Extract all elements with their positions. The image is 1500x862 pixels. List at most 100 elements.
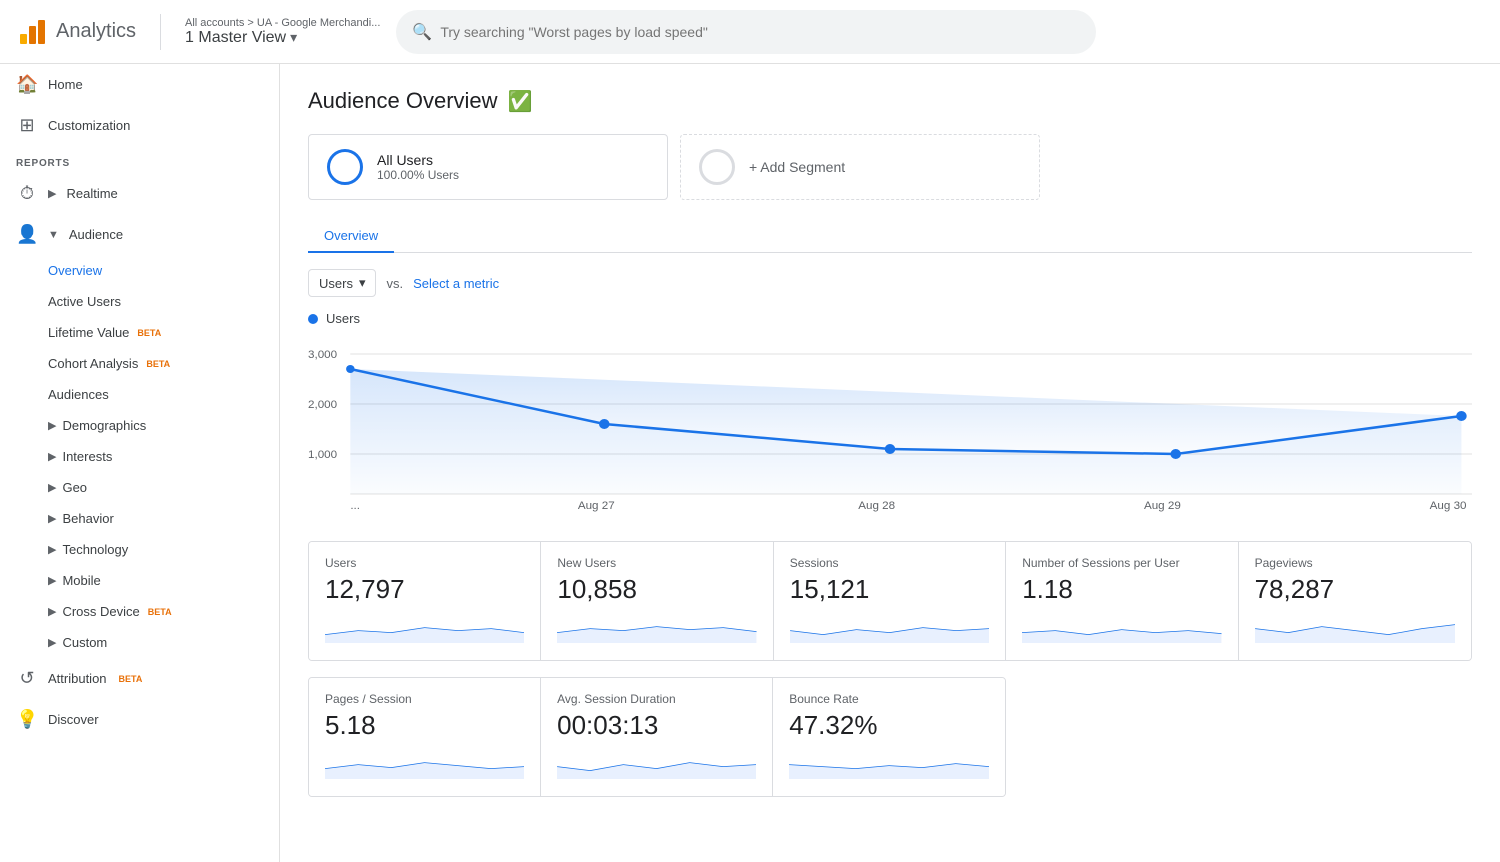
- behavior-chevron: ▶: [48, 512, 56, 525]
- active-users-label: Active Users: [48, 294, 121, 309]
- tab-overview[interactable]: Overview: [308, 220, 394, 253]
- sidebar-item-attribution[interactable]: ↺ Attribution BETA: [0, 658, 279, 699]
- top-bar: Analytics All accounts > UA - Google Mer…: [0, 0, 1500, 64]
- svg-text:...: ...: [350, 500, 360, 512]
- demographics-chevron: ▶: [48, 419, 56, 432]
- geo-label: Geo: [62, 480, 87, 495]
- attribution-icon: ↺: [16, 668, 38, 689]
- reports-section-label: REPORTS: [0, 146, 279, 173]
- mobile-label: Mobile: [62, 573, 100, 588]
- attribution-beta: BETA: [119, 674, 143, 684]
- mobile-chevron: ▶: [48, 574, 56, 587]
- metric-label-users: Users: [325, 556, 524, 570]
- view-selector[interactable]: 1 Master View ▾: [185, 29, 380, 47]
- search-icon: 🔍: [412, 22, 432, 42]
- legend-label-users: Users: [326, 311, 360, 326]
- discover-label: Discover: [48, 712, 99, 727]
- home-icon: 🏠: [16, 74, 38, 95]
- cross-device-beta: BETA: [148, 607, 172, 617]
- metric-value-bounce-rate: 47.32%: [789, 710, 989, 741]
- all-users-segment-card[interactable]: All Users 100.00% Users: [308, 134, 668, 200]
- metric-dropdown-label: Users: [319, 276, 353, 291]
- analytics-logo: [16, 16, 48, 48]
- metrics-grid-row1: Users 12,797 New Users 10,858 Sessions 1…: [308, 541, 1472, 661]
- metric-value-sessions: 15,121: [790, 574, 989, 605]
- svg-text:Aug 28: Aug 28: [858, 500, 895, 512]
- metric-label-pages-session: Pages / Session: [325, 692, 524, 706]
- content-area: Audience Overview ✅ All Users 100.00% Us…: [280, 64, 1500, 862]
- sidebar-item-audience[interactable]: 👤 ▼ Audience: [0, 214, 279, 255]
- demographics-label: Demographics: [62, 418, 146, 433]
- sparkline-users: [325, 613, 524, 643]
- metric-label-new-users: New Users: [557, 556, 756, 570]
- lifetime-value-label: Lifetime Value: [48, 325, 129, 340]
- page-header: Audience Overview ✅: [308, 88, 1472, 114]
- sidebar-item-cohort-analysis[interactable]: Cohort Analysis BETA: [0, 348, 279, 379]
- verified-icon: ✅: [508, 89, 533, 114]
- sidebar-item-discover[interactable]: 💡 Discover: [0, 699, 279, 740]
- sidebar-item-realtime[interactable]: ⏱ ▶ Realtime: [0, 173, 279, 214]
- search-bar[interactable]: 🔍: [396, 10, 1096, 54]
- search-input[interactable]: [440, 24, 1080, 40]
- metric-value-sessions-per-user: 1.18: [1022, 574, 1221, 605]
- sidebar-item-active-users[interactable]: Active Users: [0, 286, 279, 317]
- svg-text:Aug 29: Aug 29: [1144, 500, 1181, 512]
- sidebar-item-audiences[interactable]: Audiences: [0, 379, 279, 410]
- app-title: Analytics: [56, 20, 136, 43]
- realtime-label: Realtime: [66, 186, 117, 201]
- metric-value-users: 12,797: [325, 574, 524, 605]
- metric-value-new-users: 10,858: [557, 574, 756, 605]
- metric-dropdown-chevron: ▾: [359, 275, 366, 291]
- segment-row: All Users 100.00% Users + Add Segment: [308, 134, 1472, 200]
- header-divider: [160, 14, 161, 50]
- realtime-chevron: ▶: [48, 187, 56, 200]
- vs-text: vs.: [386, 276, 403, 291]
- sidebar-item-mobile[interactable]: ▶ Mobile: [0, 565, 279, 596]
- sidebar-item-custom[interactable]: ▶ Custom: [0, 627, 279, 658]
- metric-cell-sessions: Sessions 15,121: [774, 542, 1006, 660]
- sidebar-item-interests[interactable]: ▶ Interests: [0, 441, 279, 472]
- metric-cell-avg-session-duration: Avg. Session Duration 00:03:13: [541, 678, 773, 796]
- account-path: All accounts > UA - Google Merchandi...: [185, 17, 380, 29]
- metric-dropdown[interactable]: Users ▾: [308, 269, 376, 297]
- home-label: Home: [48, 77, 83, 92]
- sidebar-item-geo[interactable]: ▶ Geo: [0, 472, 279, 503]
- line-chart: 3,000 2,000 1,000 ... Aug 27 Aug 28 Aug …: [308, 334, 1472, 514]
- sidebar-item-overview[interactable]: Overview: [0, 255, 279, 286]
- interests-label: Interests: [62, 449, 112, 464]
- audience-icon: 👤: [16, 224, 38, 245]
- sidebar-item-lifetime-value[interactable]: Lifetime Value BETA: [0, 317, 279, 348]
- add-segment-text: + Add Segment: [749, 159, 845, 175]
- page-title: Audience Overview: [308, 88, 498, 114]
- customization-label: Customization: [48, 118, 130, 133]
- add-segment-card[interactable]: + Add Segment: [680, 134, 1040, 200]
- sidebar-item-demographics[interactable]: ▶ Demographics: [0, 410, 279, 441]
- chart-area: Users 3,000 2,000 1,000: [308, 311, 1472, 517]
- cohort-analysis-label: Cohort Analysis: [48, 356, 138, 371]
- sidebar: 🏠 Home ⊞ Customization REPORTS ⏱ ▶ Realt…: [0, 64, 280, 862]
- cohort-analysis-beta: BETA: [146, 359, 170, 369]
- metric-value-pages-session: 5.18: [325, 710, 524, 741]
- select-metric-link[interactable]: Select a metric: [413, 276, 499, 291]
- sidebar-item-cross-device[interactable]: ▶ Cross Device BETA: [0, 596, 279, 627]
- metric-label-sessions: Sessions: [790, 556, 989, 570]
- svg-text:3,000: 3,000: [308, 349, 337, 361]
- sidebar-item-behavior[interactable]: ▶ Behavior: [0, 503, 279, 534]
- metric-value-avg-session-duration: 00:03:13: [557, 710, 756, 741]
- realtime-icon: ⏱: [16, 183, 38, 204]
- metric-selector-row: Users ▾ vs. Select a metric: [308, 269, 1472, 297]
- audiences-label: Audiences: [48, 387, 109, 402]
- metric-value-pageviews: 78,287: [1255, 574, 1455, 605]
- main-layout: 🏠 Home ⊞ Customization REPORTS ⏱ ▶ Realt…: [0, 64, 1500, 862]
- sidebar-item-technology[interactable]: ▶ Technology: [0, 534, 279, 565]
- sidebar-item-customization[interactable]: ⊞ Customization: [0, 105, 279, 146]
- sparkline-bounce-rate: [789, 749, 989, 779]
- sidebar-item-home[interactable]: 🏠 Home: [0, 64, 279, 105]
- audience-chevron: ▼: [48, 229, 59, 241]
- svg-text:Aug 27: Aug 27: [578, 500, 615, 512]
- technology-chevron: ▶: [48, 543, 56, 556]
- attribution-label: Attribution: [48, 671, 107, 686]
- tabs-row: Overview: [308, 220, 1472, 253]
- metric-cell-pages-session: Pages / Session 5.18: [309, 678, 541, 796]
- interests-chevron: ▶: [48, 450, 56, 463]
